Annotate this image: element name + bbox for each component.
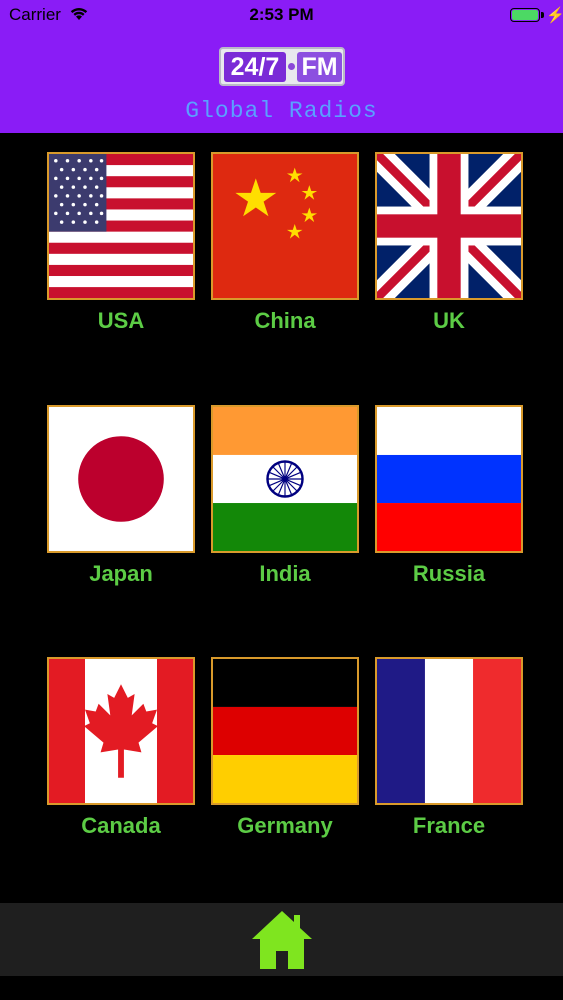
japan-flag-icon[interactable] (47, 405, 195, 553)
status-bar: Carrier 2:53 PM ⚡ (0, 0, 563, 30)
country-label-canada[interactable]: Canada (39, 813, 203, 839)
country-tile-uk[interactable]: UK (367, 152, 531, 334)
country-tile-canada[interactable]: Canada (39, 657, 203, 839)
clock: 2:53 PM (249, 5, 314, 24)
russia-flag-icon[interactable] (375, 405, 523, 553)
country-tile-usa[interactable]: USA (39, 152, 203, 334)
india-flag-icon[interactable] (211, 405, 359, 553)
country-label-japan[interactable]: Japan (39, 561, 203, 587)
logo-text-fm: FM (297, 52, 342, 82)
home-icon[interactable] (250, 909, 314, 971)
country-label-india[interactable]: India (203, 561, 367, 587)
country-tile-india[interactable]: India (203, 405, 367, 587)
bottom-bar (0, 903, 563, 976)
app-header: Carrier 2:53 PM ⚡ 24/7 FM Global Radios (0, 0, 563, 133)
battery-icon (510, 8, 544, 22)
country-label-china[interactable]: China (203, 308, 367, 334)
country-tile-japan[interactable]: Japan (39, 405, 203, 587)
country-label-russia[interactable]: Russia (367, 561, 531, 587)
country-label-germany[interactable]: Germany (203, 813, 367, 839)
charging-icon: ⚡ (546, 7, 563, 24)
country-label-uk[interactable]: UK (367, 308, 531, 334)
uk-flag-icon[interactable] (375, 152, 523, 300)
canada-flag-icon[interactable] (47, 657, 195, 805)
logo-text-247: 24/7 (224, 52, 286, 82)
country-tile-russia[interactable]: Russia (367, 405, 531, 587)
country-tile-germany[interactable]: Germany (203, 657, 367, 839)
germany-flag-icon[interactable] (211, 657, 359, 805)
country-label-usa[interactable]: USA (39, 308, 203, 334)
country-tile-china[interactable]: China (203, 152, 367, 334)
china-flag-icon[interactable] (211, 152, 359, 300)
usa-flag-icon[interactable] (47, 152, 195, 300)
france-flag-icon[interactable] (375, 657, 523, 805)
country-tile-france[interactable]: France (367, 657, 531, 839)
app-logo: 24/7 FM (219, 47, 345, 86)
app-subtitle: Global Radios (185, 98, 378, 124)
country-label-france[interactable]: France (367, 813, 531, 839)
